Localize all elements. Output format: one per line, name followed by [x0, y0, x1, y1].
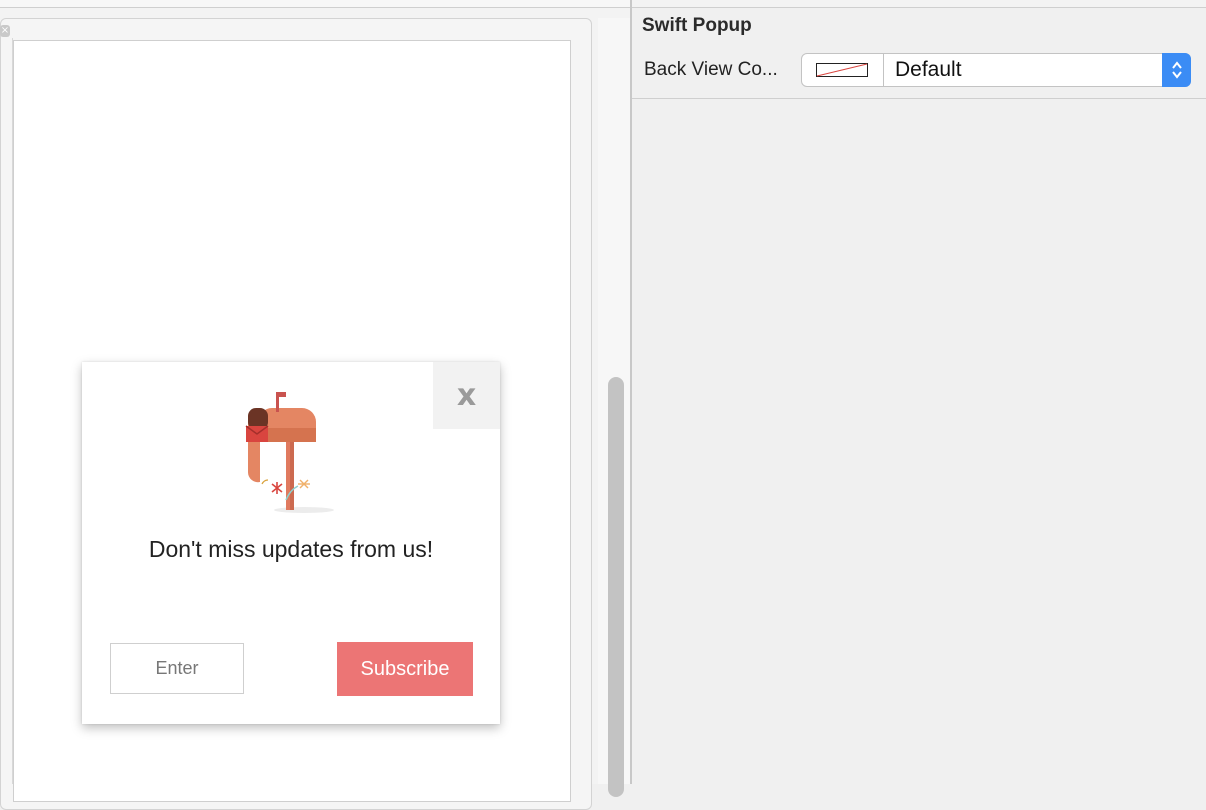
- popup-stepper[interactable]: [1162, 53, 1191, 87]
- email-input[interactable]: Enter: [110, 643, 244, 694]
- scene-close-icon[interactable]: ×: [0, 25, 10, 37]
- canvas-top-bar: [0, 0, 631, 8]
- color-swatch-well[interactable]: [802, 54, 884, 86]
- back-view-color-popup[interactable]: Default: [801, 53, 1191, 87]
- inspector-top-bar: [632, 0, 1206, 8]
- section-title: Swift Popup: [642, 15, 752, 36]
- color-value: Default: [895, 58, 962, 81]
- email-input-placeholder: Enter: [155, 658, 199, 678]
- storyboard-canvas: × x Don't miss updates from us! Enter Su…: [0, 0, 631, 810]
- mailbox-icon: [245, 392, 334, 513]
- popup-message: Don't miss updates from us!: [148, 536, 434, 562]
- subscribe-button[interactable]: Subscribe: [337, 642, 473, 696]
- subscribe-button-label: Subscribe: [360, 657, 450, 680]
- no-color-swatch-icon: [816, 63, 868, 77]
- back-view-color-label: Back View Co...: [644, 59, 778, 80]
- attributes-inspector: Swift Popup Back View Co... Default: [632, 0, 1206, 784]
- section-separator: [632, 98, 1206, 99]
- subscribe-popup: x Don't miss updates from us! Enter Subs…: [82, 362, 500, 724]
- close-icon: x: [456, 378, 477, 413]
- popup-close-button[interactable]: x: [433, 362, 500, 429]
- up-down-chevron-icon: [1171, 61, 1182, 79]
- canvas-scrollbar-thumb[interactable]: [608, 377, 624, 797]
